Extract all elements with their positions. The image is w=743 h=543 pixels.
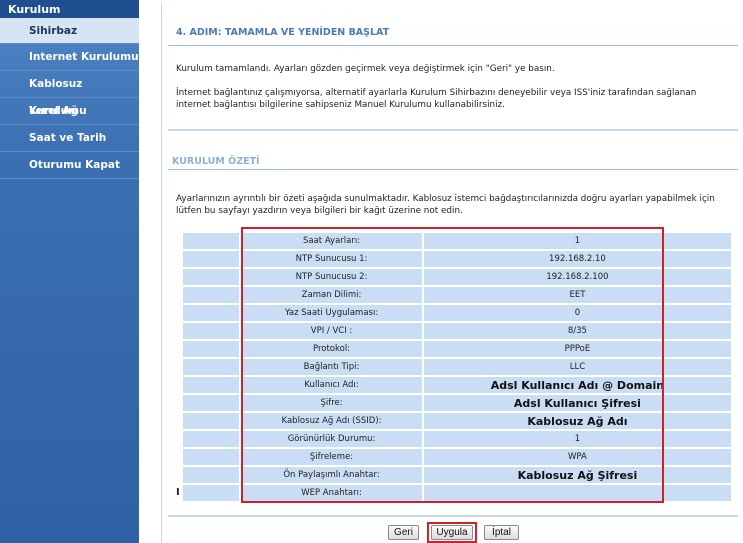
row-value: 1 bbox=[423, 431, 731, 447]
row-spacer-cell bbox=[183, 341, 240, 357]
sidebar-item-saat-ve-tarih[interactable]: Saat ve Tarih bbox=[0, 125, 139, 152]
table-row: Protokol: PPPoE bbox=[183, 341, 731, 357]
row-label: VPI / VCI : bbox=[241, 323, 422, 339]
table-row: Saat Ayarları: 1 bbox=[183, 233, 731, 249]
cancel-button[interactable]: İptal bbox=[484, 525, 519, 540]
row-spacer-cell bbox=[183, 287, 240, 303]
help-text: İnternet bağlantınız çalışmıyorsa, alter… bbox=[176, 88, 697, 110]
divider bbox=[168, 515, 738, 517]
divider bbox=[168, 45, 738, 46]
row-spacer-cell bbox=[183, 269, 240, 285]
row-value: 8/35 bbox=[423, 323, 731, 339]
row-label: NTP Sunucusu 1: bbox=[241, 251, 422, 267]
row-spacer-cell bbox=[183, 233, 240, 249]
row-spacer-cell bbox=[183, 413, 240, 429]
apply-button[interactable]: Uygula bbox=[431, 525, 473, 540]
row-label: Ön Paylaşımlı Anahtar: bbox=[241, 467, 422, 483]
row-value: Kablosuz Ağ Şifresi bbox=[423, 467, 731, 483]
table-row: NTP Sunucusu 1: 192.168.2.10 bbox=[183, 251, 731, 267]
row-spacer-cell bbox=[183, 485, 240, 501]
row-label: Bağlantı Tipi: bbox=[241, 359, 422, 375]
button-row: Geri Uygula İptal bbox=[162, 522, 743, 543]
table-row: Kullanıcı Adı: Adsl Kullanıcı Adı @ Domai… bbox=[183, 377, 731, 393]
row-value: PPPoE bbox=[423, 341, 731, 357]
row-spacer-cell bbox=[183, 359, 240, 375]
row-value: 1 bbox=[423, 233, 731, 249]
row-value bbox=[423, 485, 731, 501]
table-row: Şifreleme: WPA bbox=[183, 449, 731, 465]
row-value: Kablosuz Ağ Adı bbox=[423, 413, 731, 429]
row-spacer-cell bbox=[183, 305, 240, 321]
summary-text: Ayarlarınızın ayrıntılı bir özeti aşağıd… bbox=[176, 194, 715, 216]
row-label: Şifreleme: bbox=[241, 449, 422, 465]
table-row: Bağlantı Tipi: LLC bbox=[183, 359, 731, 375]
step-title: 4. ADIM: TAMAMLA VE YENİDEN BAŞLAT bbox=[176, 27, 390, 38]
row-spacer-cell bbox=[183, 377, 240, 393]
row-label: Şifre: bbox=[241, 395, 422, 411]
row-label: Zaman Dilimi: bbox=[241, 287, 422, 303]
divider bbox=[168, 129, 738, 131]
main-content: 4. ADIM: TAMAMLA VE YENİDEN BAŞLAT Kurul… bbox=[161, 3, 743, 543]
row-spacer-cell bbox=[183, 449, 240, 465]
row-label: Kablosuz Ağ Adı (SSID): bbox=[241, 413, 422, 429]
summary-table: Saat Ayarları: 1 NTP Sunucusu 1: 192.168.2.… bbox=[181, 231, 733, 503]
table-row: Ön Paylaşımlı Anahtar: Kablosuz Ağ Şifres… bbox=[183, 467, 731, 483]
row-label: WEP Anahtarı: bbox=[241, 485, 422, 501]
table-row: Görünürlük Durumu: 1 bbox=[183, 431, 731, 447]
back-button[interactable]: Geri bbox=[388, 525, 419, 540]
sidebar-item-yerel-ag[interactable]: Yerel Ağ bbox=[0, 98, 139, 125]
sidebar-item-oturumu-kapat[interactable]: Oturumu Kapat bbox=[0, 152, 139, 179]
row-label: Görünürlük Durumu: bbox=[241, 431, 422, 447]
row-value: Adsl Kullanıcı Adı @ Domain bbox=[423, 377, 731, 393]
row-label: Saat Ayarları: bbox=[241, 233, 422, 249]
table-row: WEP Anahtarı: bbox=[183, 485, 731, 501]
row-label: Kullanıcı Adı: bbox=[241, 377, 422, 393]
row-value: LLC bbox=[423, 359, 731, 375]
row-spacer-cell bbox=[183, 431, 240, 447]
row-spacer-cell bbox=[183, 323, 240, 339]
summary-title: KURULUM ÖZETİ bbox=[172, 156, 260, 167]
table-row: VPI / VCI :8/35 bbox=[183, 323, 731, 339]
sidebar-item-internet-kurulumu[interactable]: Internet Kurulumu bbox=[0, 44, 139, 71]
row-label: Protokol: bbox=[241, 341, 422, 357]
table-row: Kablosuz Ağ Adı (SSID): Kablosuz Ağ Adı bbox=[183, 413, 731, 429]
row-spacer-cell bbox=[183, 467, 240, 483]
intro-text: Kurulum tamamlandı. Ayarları gözden geçi… bbox=[176, 64, 555, 74]
table-row: NTP Sunucusu 2: 192.168.2.100 bbox=[183, 269, 731, 285]
row-spacer-cell bbox=[183, 395, 240, 411]
row-spacer-cell bbox=[183, 251, 240, 267]
sidebar-item-kablosuz-kurulumu[interactable]: Kablosuz Kurulumu bbox=[0, 71, 139, 117]
row-value: 192.168.2.100 bbox=[423, 269, 731, 285]
row-value: WPA bbox=[423, 449, 731, 465]
sidebar-item-sihirbaz[interactable]: Sihirbaz bbox=[0, 18, 139, 44]
table-row: Şifre: Adsl Kullanıcı Şifresi bbox=[183, 395, 731, 411]
row-value: EET bbox=[423, 287, 731, 303]
row-value: 192.168.2.10 bbox=[423, 251, 731, 267]
sidebar-gutter bbox=[139, 0, 161, 543]
side-mark: I bbox=[176, 487, 180, 498]
sidebar: Kurulum Sihirbaz Internet Kurulumu Kablo… bbox=[0, 0, 139, 543]
table-row: Zaman Dilimi: EET bbox=[183, 287, 731, 303]
row-label: NTP Sunucusu 2: bbox=[241, 269, 422, 285]
table-row: Yaz Saati Uygulaması: 0 bbox=[183, 305, 731, 321]
divider bbox=[168, 169, 738, 170]
row-label: Yaz Saati Uygulaması: bbox=[241, 305, 422, 321]
row-value: 0 bbox=[423, 305, 731, 321]
row-value: Adsl Kullanıcı Şifresi bbox=[423, 395, 731, 411]
